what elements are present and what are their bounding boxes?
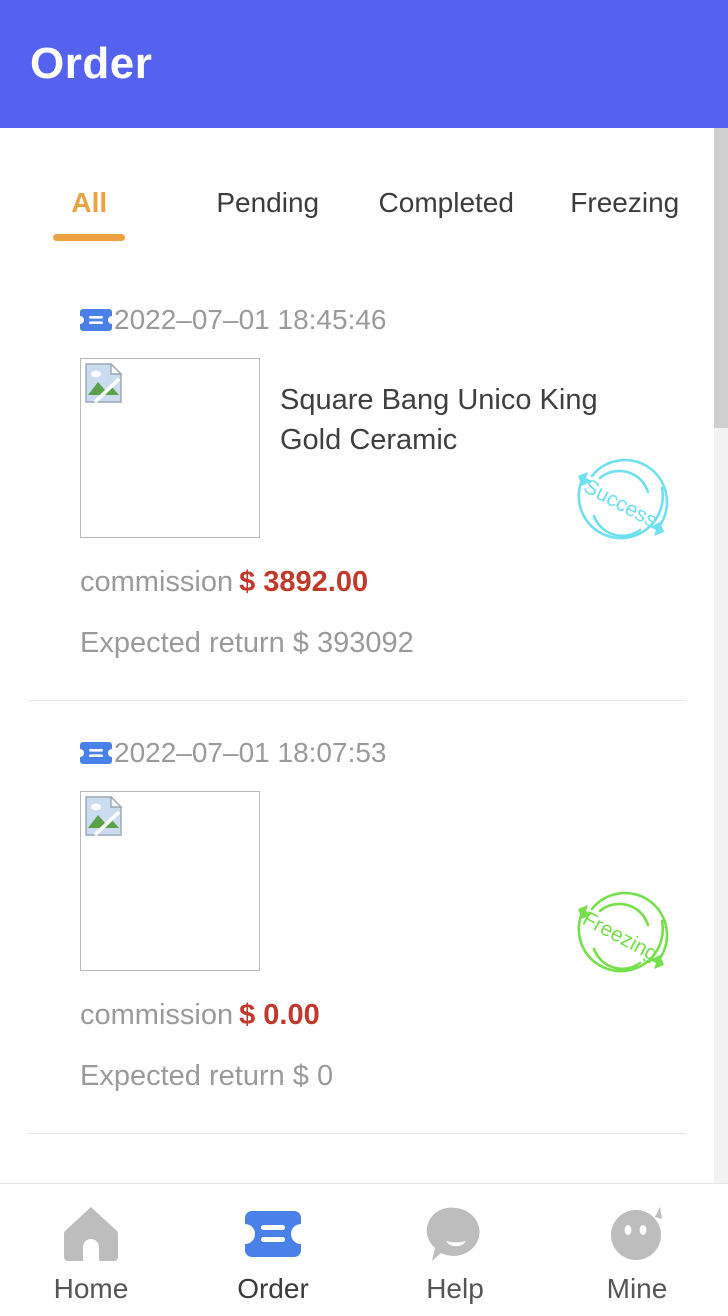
order-time-row: 2022–07–01 18:45:46	[80, 304, 714, 336]
page-title: Order	[30, 39, 153, 88]
order-expected-return: Expected return $ 393092	[80, 627, 414, 659]
order-expected-return: Expected return $ 0	[80, 1060, 334, 1092]
profile-icon	[611, 1207, 662, 1260]
status-badge-success: Success	[577, 458, 669, 540]
home-icon	[63, 1207, 119, 1261]
commission-value: $ 0.00	[239, 999, 320, 1031]
tab-pending[interactable]: Pending	[179, 177, 358, 219]
ticket-icon	[80, 309, 112, 331]
nav-item-help-label: Help	[426, 1273, 484, 1304]
order-commission-row: commission $ 0.00	[80, 999, 714, 1032]
order-commission-row: commission $ 3892.00	[80, 566, 714, 599]
order-timestamp: 2022–07–01 18:45:46	[114, 304, 387, 335]
tab-active-indicator	[53, 234, 126, 241]
ticket-icon	[245, 1211, 301, 1257]
nav-item-home[interactable]: Home	[0, 1184, 182, 1316]
bottom-navigation: Home Order Help Mine	[0, 1183, 728, 1316]
nav-item-order[interactable]: Order	[182, 1184, 364, 1316]
nav-item-help[interactable]: Help	[364, 1184, 546, 1316]
ticket-icon	[80, 742, 112, 764]
tab-completed[interactable]: Completed	[357, 177, 536, 219]
scrollbar-thumb[interactable]	[714, 128, 728, 428]
commission-label: commission	[80, 999, 234, 1031]
order-status-tabs: All Pending Completed Freezing	[0, 128, 714, 268]
order-timestamp: 2022–07–01 18:07:53	[114, 737, 387, 768]
order-thumbnail	[80, 358, 260, 538]
page-header: Order	[0, 0, 728, 128]
tab-all[interactable]: All	[0, 177, 179, 241]
order-list-item[interactable]: 2022–07–01 18:07:53 commission $ 0.00 Ex…	[0, 701, 714, 1093]
status-badge-success-label: Success	[580, 475, 661, 533]
order-product-title: Square Bang Unico King Gold Ceramic	[280, 384, 598, 456]
order-thumbnail	[80, 791, 260, 971]
broken-image-icon	[85, 796, 123, 836]
tab-freezing[interactable]: Freezing	[536, 177, 715, 219]
order-page: Order All Pending Completed Freezing 202…	[0, 0, 728, 1316]
page-scrollbar[interactable]	[714, 128, 728, 1183]
order-divider	[28, 1133, 686, 1134]
nav-item-home-label: Home	[53, 1273, 129, 1304]
nav-item-order-label: Order	[237, 1273, 309, 1304]
nav-item-mine-label: Mine	[606, 1273, 668, 1304]
nav-item-mine[interactable]: Mine	[546, 1184, 728, 1316]
chat-bubble-icon	[426, 1207, 480, 1261]
commission-value: $ 3892.00	[239, 566, 369, 598]
order-list-item[interactable]: 2022–07–01 18:45:46 Square Bang Unico Ki…	[0, 268, 714, 660]
tab-pending-label: Pending	[216, 187, 320, 218]
tab-completed-label: Completed	[378, 187, 514, 218]
commission-label: commission	[80, 566, 234, 598]
tab-freezing-label: Freezing	[570, 187, 680, 218]
tab-all-label: All	[71, 187, 108, 218]
order-list: 2022–07–01 18:45:46 Square Bang Unico Ki…	[0, 268, 714, 1183]
status-badge-freezing: Freezing	[577, 891, 669, 973]
order-time-row: 2022–07–01 18:07:53	[80, 737, 714, 769]
broken-image-icon	[85, 363, 123, 403]
